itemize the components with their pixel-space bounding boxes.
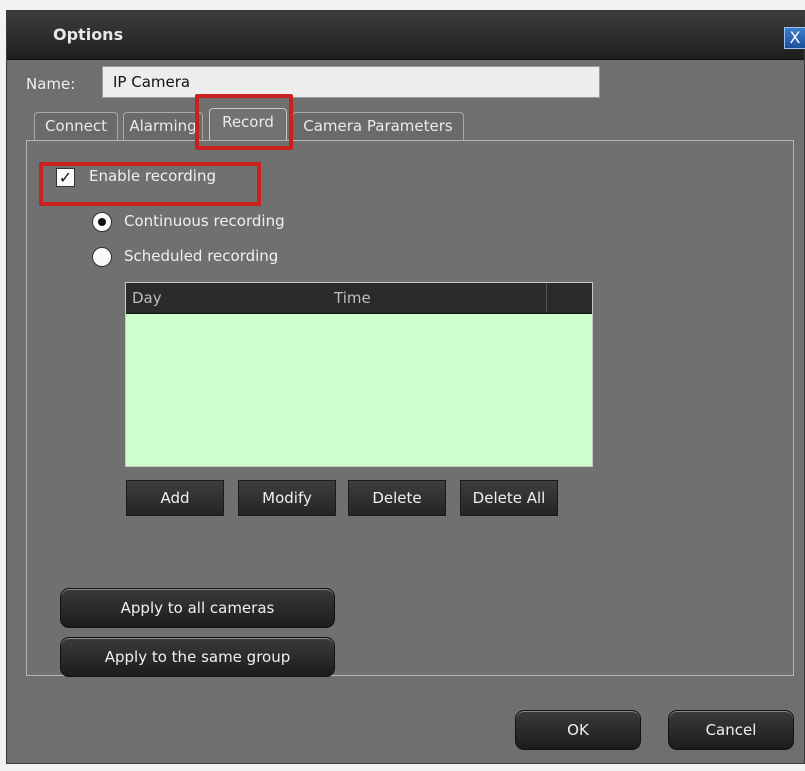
name-input[interactable]: IP Camera <box>102 66 600 98</box>
close-button[interactable]: X <box>784 27 805 49</box>
close-icon: X <box>789 28 801 47</box>
ok-button[interactable]: OK <box>515 710 641 750</box>
delete-button[interactable]: Delete <box>348 480 446 516</box>
scheduled-recording-radio[interactable] <box>92 247 112 267</box>
add-button[interactable]: Add <box>126 480 224 516</box>
cancel-button[interactable]: Cancel <box>668 710 794 750</box>
schedule-table-header: Day Time <box>126 283 592 314</box>
modify-button[interactable]: Modify <box>238 480 336 516</box>
tab-connect[interactable]: Connect <box>34 112 118 140</box>
scheduled-recording-label: Scheduled recording <box>124 247 279 265</box>
enable-recording-label: Enable recording <box>89 167 216 185</box>
title-bar[interactable]: Options X <box>7 11 805 60</box>
enable-recording-checkbox[interactable]: ✓ <box>56 168 75 187</box>
continuous-recording-label: Continuous recording <box>124 212 285 230</box>
apply-same-group-button[interactable]: Apply to the same group <box>60 637 335 677</box>
column-header-spacer <box>546 283 593 312</box>
tab-alarming[interactable]: Alarming <box>123 112 203 140</box>
column-header-day[interactable]: Day <box>132 289 162 307</box>
continuous-recording-radio[interactable] <box>92 212 112 232</box>
name-label: Name: <box>26 75 76 93</box>
tab-camera-parameters[interactable]: Camera Parameters <box>292 112 464 140</box>
tab-record[interactable]: Record <box>209 108 287 140</box>
delete-all-button[interactable]: Delete All <box>460 480 558 516</box>
apply-all-cameras-button[interactable]: Apply to all cameras <box>60 588 335 628</box>
column-header-time[interactable]: Time <box>334 289 371 307</box>
schedule-table[interactable]: Day Time <box>125 282 593 467</box>
dialog-title: Options <box>53 25 124 44</box>
